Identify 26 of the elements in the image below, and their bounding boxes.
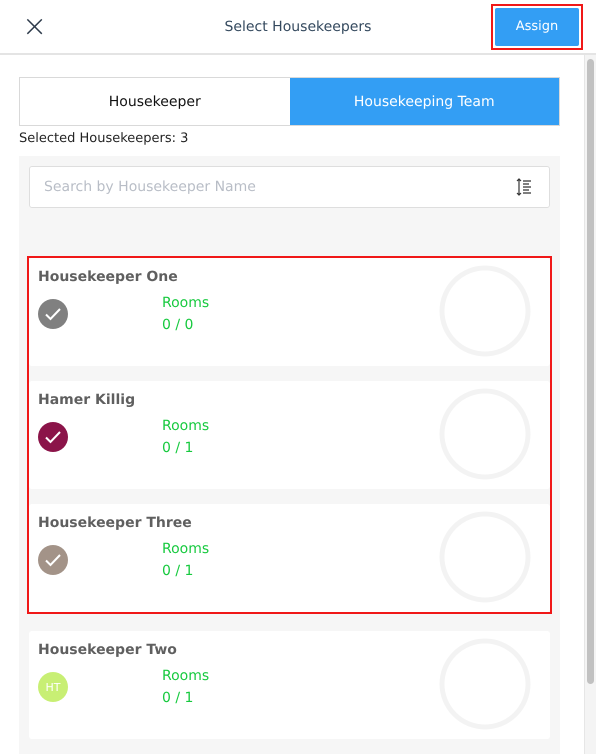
rooms-label: Rooms xyxy=(162,541,210,557)
rooms-count: 0 / 1 xyxy=(162,563,194,579)
scrollbar[interactable] xyxy=(584,55,596,754)
rooms-count: 0 / 0 xyxy=(162,317,194,333)
housekeeper-card[interactable]: Housekeeper One Rooms 0 / 0 xyxy=(29,258,550,366)
rooms-count: 0 / 1 xyxy=(162,690,194,706)
checked-avatar-icon[interactable] xyxy=(38,545,68,575)
housekeeper-name: Housekeeper One xyxy=(38,269,179,285)
scroll-thumb[interactable] xyxy=(587,59,594,684)
rooms-label: Rooms xyxy=(162,295,210,311)
housekeeper-card[interactable]: Housekeeper Three Rooms 0 / 1 xyxy=(29,504,550,612)
housekeeper-card[interactable]: Housekeeper Two HT Rooms 0 / 1 xyxy=(29,631,550,739)
selected-count: Selected Housekeepers: 3 xyxy=(19,131,190,146)
dialog-title: Select Housekeepers xyxy=(224,18,372,34)
rooms-label: Rooms xyxy=(162,418,210,434)
rooms-label: Rooms xyxy=(162,668,210,684)
checked-avatar-icon[interactable] xyxy=(38,299,68,329)
housekeeper-card[interactable]: Hamer Killig Rooms 0 / 1 xyxy=(29,381,550,489)
rooms-count: 0 / 1 xyxy=(162,440,194,456)
housekeeper-name: Housekeeper Two xyxy=(38,642,178,658)
housekeeper-name: Hamer Killig xyxy=(38,392,136,408)
close-button[interactable]: × xyxy=(18,12,52,42)
sort-icon[interactable] xyxy=(516,178,532,196)
search-field[interactable]: Search by Housekeeper Name xyxy=(29,166,550,208)
checked-avatar-icon[interactable] xyxy=(38,422,68,452)
housekeeper-name: Housekeeper Three xyxy=(38,515,193,531)
